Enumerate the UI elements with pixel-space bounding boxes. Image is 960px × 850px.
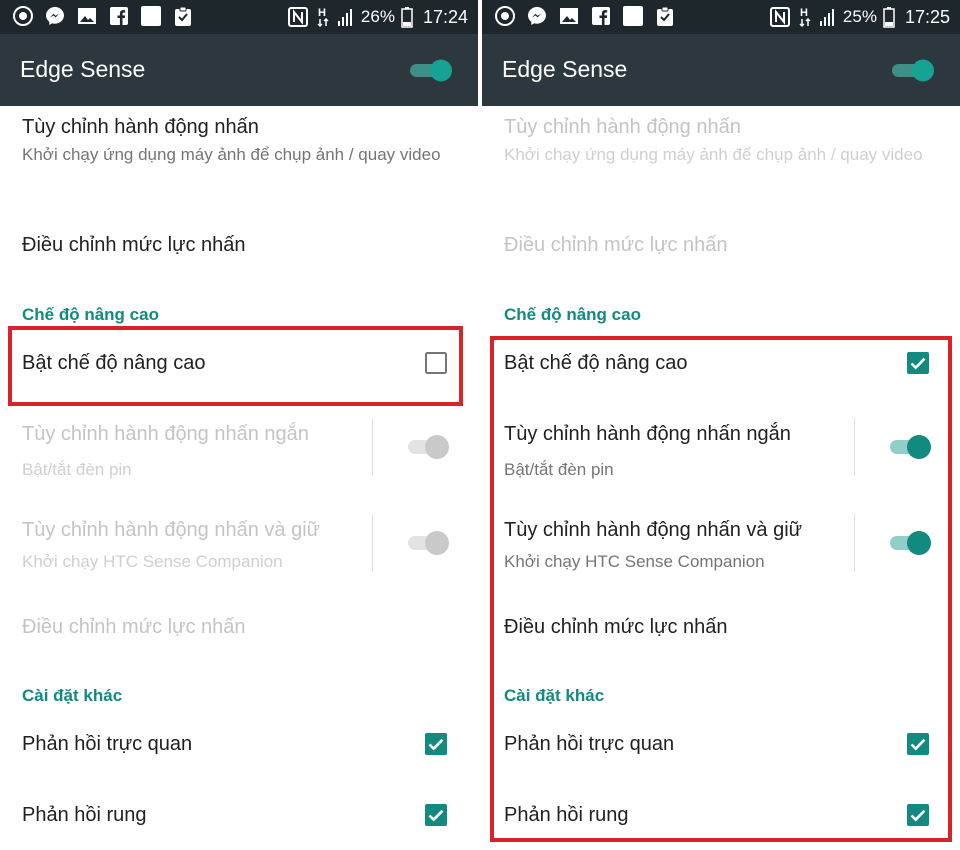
setting-subtitle: Bật/tắt đèn pin [22,460,132,479]
nfc-icon [287,7,308,27]
setting-subtitle: Khởi chạy ứng dụng máy ảnh để chụp ảnh /… [22,145,441,164]
status-bar: H 25% 17:25 [482,0,960,34]
enable-advanced-checkbox[interactable] [424,351,448,375]
camera-shutter-icon [13,6,33,26]
setting-customize-tap[interactable]: Tùy chỉnh hành động nhấn Khởi chạy ứng d… [482,106,960,206]
clipboard-check-icon [175,6,191,26]
clock: 17:25 [904,6,950,27]
svg-text:H: H [800,7,808,19]
setting-title: Tùy chỉnh hành động nhấn [504,116,741,138]
page-title: Edge Sense [502,56,628,82]
setting-title: Điều chỉnh mức lực nhấn [22,234,246,256]
page-title: Edge Sense [20,56,146,82]
setting-title: Phản hồi rung [22,804,147,826]
setting-vibration-feedback[interactable]: Phản hồi rung [482,788,960,844]
setting-title: Tùy chỉnh hành động nhấn và giữ [504,519,803,541]
battery-icon [401,7,413,28]
vertical-separator [372,418,373,476]
blank-notification-icon [623,6,643,26]
setting-subtitle: Khởi chạy HTC Sense Companion [504,552,765,571]
facebook-icon [110,7,128,25]
setting-title: Tùy chỉnh hành động nhấn và giữ [22,519,321,541]
visual-feedback-checkbox[interactable] [424,732,448,756]
vertical-separator [854,514,855,572]
vibration-feedback-checkbox[interactable] [424,803,448,827]
app-bar: Edge Sense [0,34,478,106]
enable-advanced-checkbox[interactable] [906,351,930,375]
network-type-icon: H [317,7,329,28]
vertical-separator [854,418,855,476]
battery-percentage: 25% [842,7,877,26]
signal-icon [819,9,834,26]
setting-short-tap[interactable]: Tùy chỉnh hành động nhấn ngắn Bật/tắt đè… [482,414,960,484]
setting-title: Tùy chỉnh hành động nhấn ngắn [22,423,309,445]
battery-percentage: 26% [360,7,395,26]
setting-enable-advanced[interactable]: Bật chế độ nâng cao [0,331,478,397]
vibration-feedback-checkbox[interactable] [906,803,930,827]
setting-visual-feedback[interactable]: Phản hồi trực quan [482,716,960,772]
setting-vibration-feedback[interactable]: Phản hồi rung [0,788,478,844]
setting-title: Điều chỉnh mức lực nhấn [504,234,728,256]
network-type-icon: H [799,7,811,28]
setting-title: Phản hồi rung [504,804,629,826]
setting-enable-advanced[interactable]: Bật chế độ nâng cao [482,331,960,397]
blank-notification-icon [141,6,161,26]
setting-title: Bật chế độ nâng cao [22,352,206,374]
clipboard-check-icon [657,6,673,26]
status-bar: H 26% 17:24 [0,0,478,34]
setting-adjust-force[interactable]: Điều chỉnh mức lực nhấn [482,214,960,278]
facebook-icon [592,7,610,25]
section-header-advanced: Chế độ nâng cao [504,305,641,324]
setting-title: Tùy chỉnh hành động nhấn ngắn [504,423,791,445]
settings-screen-after: H 25% 17:25 Edge Sense Tùy chỉnh hành độ… [482,0,960,850]
section-header-advanced: Chế độ nâng cao [22,305,159,324]
nfc-icon [769,7,790,27]
setting-title: Điều chỉnh mức lực nhấn [22,616,246,638]
camera-shutter-icon [495,6,515,26]
signal-icon [337,9,352,26]
svg-text:H: H [318,7,326,19]
edge-sense-master-switch[interactable] [408,58,454,82]
app-bar: Edge Sense [482,34,960,106]
setting-title: Tùy chỉnh hành động nhấn [22,116,259,138]
setting-visual-feedback[interactable]: Phản hồi trực quan [0,716,478,772]
settings-screen-before: H 26% 17:24 Edge Sense Tùy chỉnh hành độ… [0,0,478,850]
short-tap-toggle[interactable] [406,432,452,462]
visual-feedback-checkbox[interactable] [906,732,930,756]
tap-hold-toggle[interactable] [406,528,452,558]
setting-adjust-force-advanced[interactable]: Điều chỉnh mức lực nhấn [0,600,478,656]
edge-sense-master-switch[interactable] [890,58,936,82]
clock: 17:24 [422,6,468,27]
setting-subtitle: Khởi chạy ứng dụng máy ảnh để chụp ảnh /… [504,145,923,164]
gallery-icon [78,8,96,24]
setting-tap-hold[interactable]: Tùy chỉnh hành động nhấn và giữ Khởi chạ… [0,510,478,580]
setting-adjust-force[interactable]: Điều chỉnh mức lực nhấn [0,214,478,278]
setting-subtitle: Bật/tắt đèn pin [504,460,614,479]
setting-title: Bật chế độ nâng cao [504,352,688,374]
setting-title: Điều chỉnh mức lực nhấn [504,616,728,638]
messenger-icon [528,7,546,25]
gallery-icon [560,8,578,24]
setting-customize-tap[interactable]: Tùy chỉnh hành động nhấn Khởi chạy ứng d… [0,106,478,206]
short-tap-toggle[interactable] [888,432,934,462]
section-header-other: Cài đặt khác [504,686,605,705]
tap-hold-toggle[interactable] [888,528,934,558]
section-header-other: Cài đặt khác [22,686,123,705]
messenger-icon [46,7,64,25]
setting-title: Phản hồi trực quan [22,733,193,755]
setting-subtitle: Khởi chạy HTC Sense Companion [22,552,283,571]
battery-icon [883,7,895,28]
vertical-separator [372,514,373,572]
setting-title: Phản hồi trực quan [504,733,675,755]
setting-tap-hold[interactable]: Tùy chỉnh hành động nhấn và giữ Khởi chạ… [482,510,960,580]
setting-short-tap[interactable]: Tùy chỉnh hành động nhấn ngắn Bật/tắt đè… [0,414,478,484]
setting-adjust-force-advanced[interactable]: Điều chỉnh mức lực nhấn [482,600,960,656]
